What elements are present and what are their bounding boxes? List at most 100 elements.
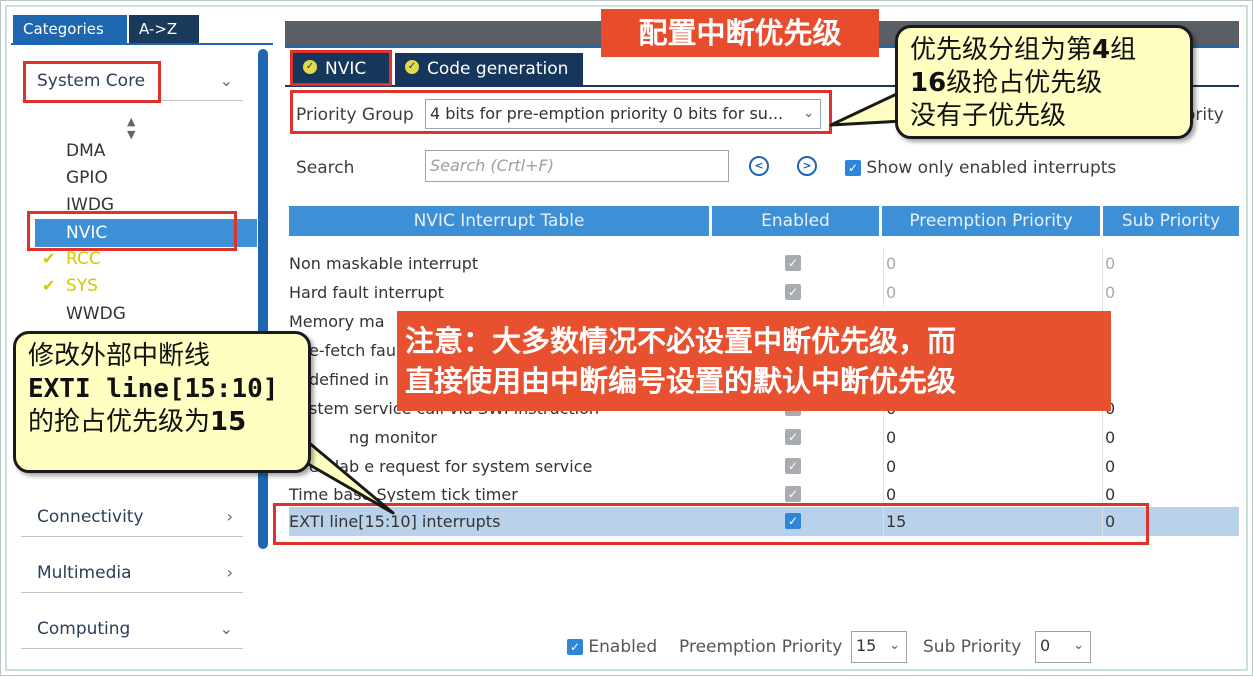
- enabled-checkbox[interactable]: ✓: [785, 284, 801, 300]
- note-banner: 注意：大多数情况不必设置中断优先级，而 直接使用由中断编号设置的默认中断优先级: [397, 311, 1111, 411]
- enabled-checkbox[interactable]: ✓: [785, 255, 801, 271]
- row-sub: 0: [1102, 249, 1242, 278]
- preemption-select[interactable]: 15 ⌄: [851, 631, 907, 663]
- bottom-sub-label: Sub Priority: [923, 637, 1022, 657]
- table-row[interactable]: Hard fault interrupt ✓ 0 0: [289, 278, 1239, 307]
- enabled-checkbox[interactable]: ✓: [785, 429, 801, 445]
- callout-number: 4: [1092, 35, 1111, 65]
- search-input[interactable]: Search (Crtl+F): [425, 150, 729, 182]
- bottom-preemption-label: Preemption Priority: [679, 637, 843, 657]
- callout-text: 的抢占优先级为: [28, 407, 211, 437]
- table-row[interactable]: Non maskable interrupt ✓ 0 0: [289, 249, 1239, 278]
- callout-number: 15: [210, 407, 247, 437]
- note-line-2: 直接使用由中断编号设置的默认中断优先级: [405, 364, 957, 398]
- callout-text: 级抢占优先级: [946, 68, 1103, 98]
- enabled-checkbox[interactable]: ✓: [785, 458, 801, 474]
- sidebar-item-dma[interactable]: DMA: [66, 141, 105, 161]
- row-preemption: 0: [883, 249, 1093, 278]
- callout-exti: 修改外部中断线 EXTI line[15:10] 的抢占优先级为15: [13, 331, 311, 473]
- chevron-down-icon: ⌄: [219, 619, 233, 638]
- row-preemption: 0: [883, 452, 1093, 481]
- search-label: Search: [296, 158, 355, 178]
- sub-priority-select[interactable]: 0 ⌄: [1035, 631, 1091, 663]
- highlight-priority-group: [290, 90, 832, 134]
- prev-result-icon[interactable]: <: [749, 156, 769, 176]
- row-name: Hard fault interrupt: [289, 283, 444, 302]
- check-icon: ✔: [42, 249, 56, 268]
- window: Categories A->Z System Core ⌄ ▲ ▼ DMA GPI…: [0, 0, 1253, 676]
- col-header-enabled[interactable]: Enabled: [712, 206, 879, 236]
- checkbox-icon: ✓: [845, 160, 861, 176]
- enabled-checkbox[interactable]: ✓: [785, 486, 801, 502]
- callout-priority-group-line-3: 没有子优先级: [910, 101, 1067, 131]
- category-tabs: Categories A->Z: [11, 13, 273, 45]
- group-connectivity[interactable]: Connectivity ›: [21, 497, 243, 537]
- table-row[interactable]: Time base System tick timer ✓ 0 0: [289, 480, 1239, 502]
- row-sub: 0: [1102, 452, 1242, 481]
- callout-exti-code: EXTI line[15:10]: [28, 374, 279, 404]
- row-name: Time base System tick timer: [289, 485, 518, 502]
- table-row[interactable]: endab e request for system service ✓ 0 0: [289, 452, 1239, 481]
- row-name: endab e request for system service: [309, 457, 593, 476]
- callout-text: 组: [1110, 35, 1137, 65]
- callout-priority-group-line-2: 16级抢占优先级: [910, 67, 1178, 100]
- sort-icon[interactable]: ▲ ▼: [127, 115, 135, 141]
- group-connectivity-label: Connectivity: [37, 507, 144, 527]
- callout-exti-line-1: 修改外部中断线: [28, 341, 211, 371]
- tab-a-z[interactable]: A->Z: [129, 15, 199, 43]
- callout-priority-group: 优先级分组为第4组 16级抢占优先级 没有子优先级: [895, 25, 1193, 139]
- row-sub: 0: [1102, 423, 1242, 452]
- chevron-right-icon: ›: [226, 563, 233, 582]
- tab-underline: [11, 43, 273, 45]
- col-header-name[interactable]: NVIC Interrupt Table: [289, 206, 709, 236]
- chevron-down-icon: ⌄: [1073, 638, 1084, 653]
- note-line-1: 注意：大多数情况不必设置中断优先级，而: [405, 324, 957, 358]
- group-multimedia[interactable]: Multimedia ›: [21, 553, 243, 593]
- sidebar-item-wwdg[interactable]: WWDG: [66, 304, 126, 324]
- row-preemption: 0: [883, 423, 1093, 452]
- chevron-down-icon: ⌄: [889, 638, 900, 653]
- callout-priority-group-line-1: 优先级分组为第4组: [910, 34, 1178, 67]
- tab-categories[interactable]: Categories: [13, 15, 127, 43]
- preemption-select-value: 15: [856, 636, 877, 655]
- next-result-icon[interactable]: >: [797, 156, 817, 176]
- sub-priority-select-value: 0: [1040, 636, 1051, 655]
- chevron-down-icon: ⌄: [219, 71, 233, 90]
- table-row[interactable]: ng monitor ✓ 0 0: [289, 423, 1239, 452]
- sidebar-item-rcc[interactable]: RCC: [66, 249, 101, 269]
- bottom-enabled-checkbox[interactable]: ✓ Enabled: [567, 631, 657, 663]
- sidebar-item-sys[interactable]: SYS: [66, 276, 98, 296]
- callout-exti-line-3: 的抢占优先级为15: [28, 406, 296, 439]
- tab-code-generation-label: Code generation: [427, 59, 569, 79]
- row-sub: 0: [1102, 278, 1242, 307]
- highlight-nvic-tab: [290, 50, 392, 86]
- check-circle-icon: ✓: [405, 60, 419, 74]
- row-name: ng monitor: [349, 428, 437, 447]
- row-preemption: 0: [883, 278, 1093, 307]
- col-header-preemption[interactable]: Preemption Priority: [882, 206, 1100, 236]
- group-computing-label: Computing: [37, 619, 131, 639]
- group-computing[interactable]: Computing ⌄: [21, 609, 243, 649]
- highlight-exti-row: [273, 503, 1149, 545]
- callout-text: 优先级分组为第: [910, 35, 1093, 65]
- sidebar-scrollbar[interactable]: [258, 49, 268, 549]
- show-only-enabled-checkbox[interactable]: ✓ Show only enabled interrupts: [845, 158, 1116, 178]
- row-sub: ): [1102, 307, 1242, 336]
- col-header-sub[interactable]: Sub Priority: [1103, 206, 1239, 236]
- callout-number: 16: [910, 68, 947, 98]
- row-sub: ): [1102, 365, 1242, 394]
- group-multimedia-label: Multimedia: [37, 563, 132, 583]
- chevron-right-icon: ›: [226, 507, 233, 526]
- row-sub: ): [1102, 336, 1242, 365]
- highlight-system-core: [23, 61, 161, 103]
- show-only-enabled-label: Show only enabled interrupts: [866, 158, 1117, 178]
- tab-code-generation[interactable]: ✓ Code generation: [395, 53, 583, 85]
- title-banner: 配置中断优先级: [601, 9, 879, 57]
- bottom-enabled-label: Enabled: [588, 637, 658, 657]
- row-sub: 0: [1102, 394, 1242, 423]
- row-name: Non maskable interrupt: [289, 254, 479, 273]
- highlight-nvic: [27, 211, 237, 251]
- checkbox-icon: ✓: [567, 639, 583, 655]
- row-sub: 0: [1102, 480, 1239, 502]
- sidebar-item-gpio[interactable]: GPIO: [66, 168, 108, 188]
